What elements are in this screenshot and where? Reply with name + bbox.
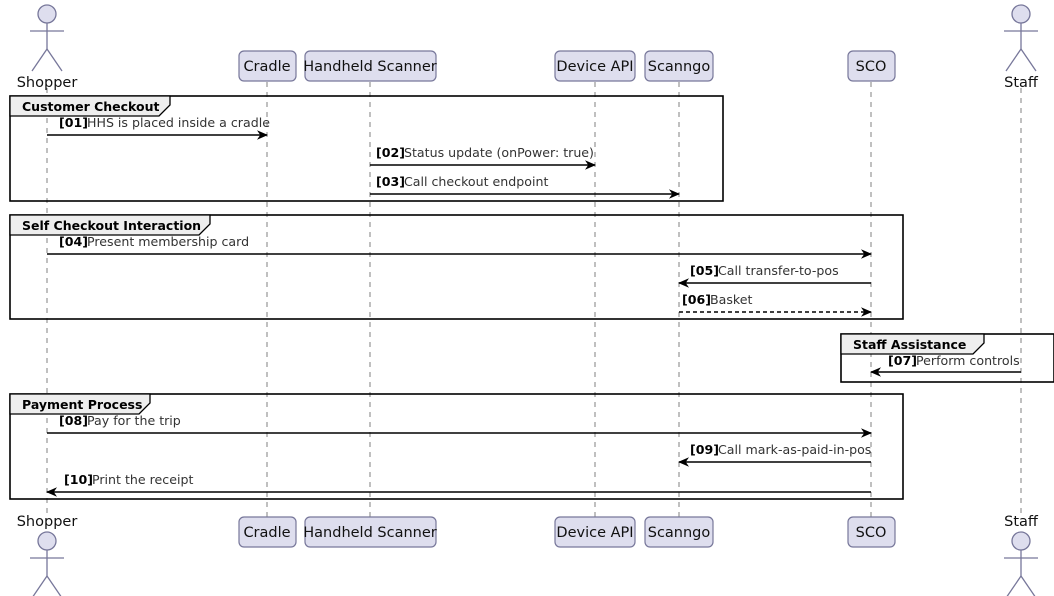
participant-scanngo[interactable]: Scanngo	[644, 50, 714, 82]
message-seq-4: [05]	[690, 263, 719, 278]
message-text-2: Call checkout endpoint	[404, 174, 548, 189]
message-text-4: Call transfer-to-pos	[718, 263, 839, 278]
message-seq-7: [08]	[59, 413, 88, 428]
participants-layer: Shopper Shopper Cradle Cradle Handheld Scann…	[17, 4, 1039, 596]
participant-cradle[interactable]: Cradle	[238, 516, 297, 548]
actor-bottom-shopper[interactable]: Shopper	[17, 514, 78, 596]
actor-leg-right-shopper	[46, 48, 63, 72]
message-seq-6: [07]	[888, 353, 917, 368]
message-seq-5: [06]	[682, 292, 711, 307]
message-seq-0: [01]	[59, 115, 88, 130]
message-09[interactable]: [09]Call mark-as-paid-in-pos	[678, 442, 871, 467]
participant-hhs[interactable]: Handheld Scanner	[303, 50, 437, 82]
participant-label-sco: SCO	[856, 59, 887, 75]
actor-bottom-leg-right-shopper	[46, 575, 62, 596]
actor-bottom-head-staff	[1011, 531, 1031, 551]
message-text-0: HHS is placed inside a cradle	[87, 115, 270, 130]
participant-sco[interactable]: SCO	[847, 516, 896, 548]
message-text-5: Basket	[710, 292, 753, 307]
fragment-label-self-checkout-interaction: Self Checkout Interaction	[22, 218, 201, 233]
message-text-3: Present membership card	[87, 234, 249, 249]
fragment-customer-checkout: Customer Checkout	[9, 95, 724, 202]
sequence-diagram-canvas: Customer Checkout Self Checkout Interacti…	[0, 0, 1054, 596]
participant-label-cradle: Cradle	[243, 59, 290, 75]
message-seq-8: [09]	[690, 442, 719, 457]
actor-staff[interactable]: Staff	[1004, 4, 1039, 91]
message-06[interactable]: [06]Basket	[679, 292, 872, 317]
participant-label-scanngo: Scanngo	[648, 525, 711, 541]
message-seq-1: [02]	[376, 145, 405, 160]
participant-label-deviceapi: Device API	[556, 525, 633, 541]
message-text-1: Status update (onPower: true)	[404, 145, 594, 160]
actor-leg-right-staff	[1020, 48, 1037, 72]
message-05[interactable]: [05]Call transfer-to-pos	[678, 263, 871, 288]
messages-layer: [01]HHS is placed inside a cradle[02]Sta…	[46, 115, 1021, 497]
actor-head-shopper	[37, 4, 57, 24]
actor-bottom-leg-left-shopper	[32, 575, 48, 596]
message-01[interactable]: [01]HHS is placed inside a cradle	[47, 115, 270, 140]
actor-bottom-leg-left-staff	[1006, 575, 1022, 596]
message-03[interactable]: [03]Call checkout endpoint	[370, 174, 680, 199]
actor-bottom-staff[interactable]: Staff	[1004, 514, 1039, 596]
message-08[interactable]: [08]Pay for the trip	[47, 413, 872, 438]
actor-bottom-label-staff: Staff	[1004, 514, 1039, 530]
actor-leg-left-shopper	[31, 48, 48, 72]
participant-hhs[interactable]: Handheld Scanner	[303, 516, 437, 548]
message-07[interactable]: [07]Perform controls	[870, 353, 1021, 377]
participant-label-cradle: Cradle	[243, 525, 290, 541]
message-10[interactable]: [10]Print the receipt	[46, 472, 871, 497]
message-02[interactable]: [02]Status update (onPower: true)	[370, 145, 596, 170]
message-text-8: Call mark-as-paid-in-pos	[718, 442, 871, 457]
participant-deviceapi[interactable]: Device API	[554, 516, 636, 548]
message-seq-9: [10]	[64, 472, 93, 487]
actor-head-staff	[1011, 4, 1031, 24]
participant-label-sco: SCO	[856, 525, 887, 541]
fragment-label-customer-checkout: Customer Checkout	[22, 99, 160, 114]
actor-bottom-label-shopper: Shopper	[17, 514, 78, 530]
participant-sco[interactable]: SCO	[847, 50, 896, 82]
fragment-label-staff-assistance: Staff Assistance	[853, 337, 966, 352]
message-seq-2: [03]	[376, 174, 405, 189]
message-text-6: Perform controls	[916, 353, 1020, 368]
fragment-label-payment-process: Payment Process	[22, 397, 142, 412]
actor-leg-left-staff	[1005, 48, 1022, 72]
participant-label-hhs: Handheld Scanner	[303, 525, 436, 541]
message-04[interactable]: [04]Present membership card	[47, 234, 872, 259]
participant-scanngo[interactable]: Scanngo	[644, 516, 714, 548]
participant-cradle[interactable]: Cradle	[238, 50, 297, 82]
actor-shopper[interactable]: Shopper	[17, 4, 78, 91]
message-text-7: Pay for the trip	[87, 413, 181, 428]
actor-bottom-head-shopper	[37, 531, 57, 551]
actor-label-staff: Staff	[1004, 75, 1039, 91]
message-text-9: Print the receipt	[92, 472, 193, 487]
actor-label-shopper: Shopper	[17, 75, 78, 91]
message-seq-3: [04]	[59, 234, 88, 249]
participant-deviceapi[interactable]: Device API	[554, 50, 636, 82]
participant-label-deviceapi: Device API	[556, 59, 633, 75]
participant-label-hhs: Handheld Scanner	[303, 59, 436, 75]
participant-label-scanngo: Scanngo	[648, 59, 711, 75]
actor-bottom-leg-right-staff	[1020, 575, 1036, 596]
